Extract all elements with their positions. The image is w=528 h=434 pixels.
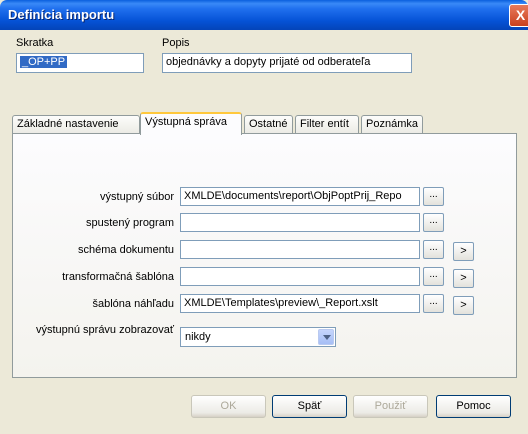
tab-basic-settings[interactable]: Základné nastavenie: [12, 115, 140, 133]
ok-button[interactable]: OK: [191, 395, 266, 418]
transform-open-button[interactable]: >: [453, 269, 474, 288]
help-button[interactable]: Pomoc: [436, 395, 511, 418]
title-bar[interactable]: Definícia importu X: [0, 0, 528, 30]
program-browse-button[interactable]: ...: [423, 213, 444, 232]
dialog-window: Definícia importu X Skratka _OP+PP Popis…: [0, 0, 528, 434]
schema-browse-button[interactable]: ...: [423, 240, 444, 259]
shortcut-value: _OP+PP: [20, 56, 68, 68]
transform-label: transformačná šablóna: [62, 271, 174, 283]
preview-open-button[interactable]: >: [453, 296, 474, 315]
display-select[interactable]: nikdy: [180, 327, 336, 347]
tab-entity-filter[interactable]: Filter entít: [295, 115, 359, 133]
shortcut-input[interactable]: _OP+PP: [16, 53, 144, 73]
back-button[interactable]: Späť: [272, 395, 347, 418]
program-input[interactable]: [180, 213, 420, 232]
preview-browse-button[interactable]: ...: [423, 294, 444, 313]
output-file-browse-button[interactable]: ...: [423, 187, 444, 206]
display-select-value: nikdy: [185, 331, 211, 343]
preview-input[interactable]: XMLDE\Templates\preview\_Report.xslt: [180, 294, 420, 313]
chevron-down-icon[interactable]: [318, 329, 334, 345]
output-file-input[interactable]: XMLDE\documents\report\ObjPoptPrij_Repo: [180, 187, 420, 206]
apply-button[interactable]: Použiť: [353, 395, 428, 418]
preview-label: šablóna náhľadu: [92, 298, 174, 310]
output-file-label: výstupný súbor: [100, 191, 174, 203]
schema-input[interactable]: [180, 240, 420, 259]
tab-note[interactable]: Poznámka: [361, 115, 423, 133]
tab-other[interactable]: Ostatné: [244, 115, 293, 133]
display-label: výstupnú správu zobrazovať: [35, 324, 174, 336]
schema-label: schéma dokumentu: [78, 244, 174, 256]
description-input[interactable]: objednávky a dopyty prijaté od odberateľ…: [162, 53, 412, 73]
window-title: Definícia importu: [8, 7, 115, 22]
close-button[interactable]: X: [509, 4, 528, 27]
tab-output-report[interactable]: Výstupná správa: [140, 112, 242, 135]
description-label: Popis: [162, 37, 190, 49]
shortcut-label: Skratka: [16, 37, 54, 49]
transform-browse-button[interactable]: ...: [423, 267, 444, 286]
schema-open-button[interactable]: >: [453, 242, 474, 261]
program-label: spustený program: [85, 217, 174, 229]
transform-input[interactable]: [180, 267, 420, 286]
